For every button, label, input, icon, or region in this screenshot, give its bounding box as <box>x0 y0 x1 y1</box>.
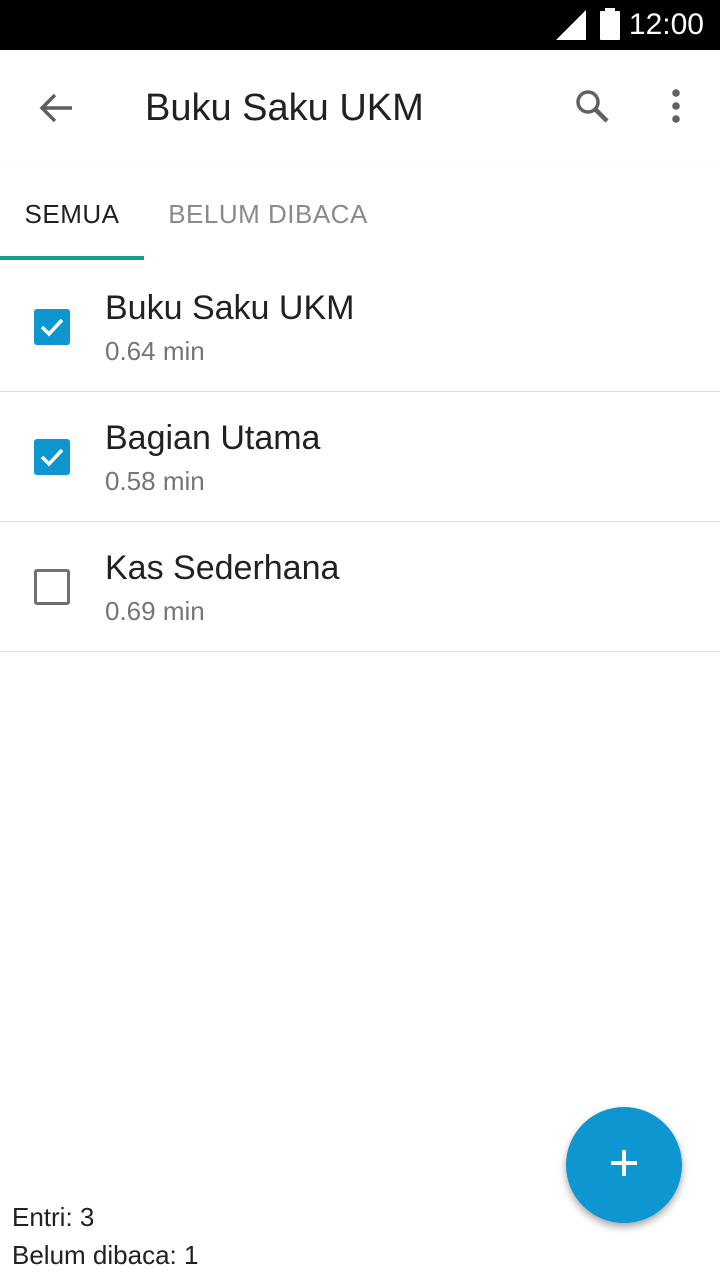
list-item-meta: 0.58 min <box>105 466 205 496</box>
status-bar: 12:00 <box>0 0 720 50</box>
status-time: 12:00 <box>628 8 704 41</box>
tab-bar: SEMUA BELUM DIBACA <box>0 166 720 262</box>
battery-icon <box>599 8 621 45</box>
list-item-meta: 0.64 min <box>105 336 205 366</box>
summary-footer: Entri: 3 Belum dibaca: 1 <box>12 1198 198 1274</box>
list-item[interactable]: Kas Sederhana 0.69 min <box>0 522 720 652</box>
list-item-title: Bagian Utama <box>105 419 321 457</box>
tab-belum-dibaca[interactable]: BELUM DIBACA <box>144 166 392 262</box>
checkbox-checked-icon[interactable] <box>34 309 70 345</box>
entries-count: Entri: 3 <box>12 1202 95 1232</box>
more-vert-icon[interactable] <box>652 80 700 132</box>
checkbox-unchecked-icon[interactable] <box>34 569 70 605</box>
checkbox-checked-icon[interactable] <box>34 439 70 475</box>
unread-count: Belum dibaca: 1 <box>12 1240 199 1270</box>
list-item[interactable]: Bagian Utama 0.58 min <box>0 392 720 522</box>
entry-list: Buku Saku UKM 0.64 min Bagian Utama 0.58… <box>0 262 720 652</box>
app-bar-title: Buku Saku UKM <box>145 87 424 129</box>
list-item-title: Kas Sederhana <box>105 549 340 587</box>
search-icon[interactable] <box>566 80 618 132</box>
signal-icon <box>556 10 586 45</box>
tab-indicator <box>0 256 144 260</box>
tab-semua[interactable]: SEMUA <box>0 166 144 262</box>
list-item-title: Buku Saku UKM <box>105 289 355 327</box>
list-item-meta: 0.69 min <box>105 596 205 626</box>
list-item[interactable]: Buku Saku UKM 0.64 min <box>0 262 720 392</box>
plus-icon <box>609 1148 639 1183</box>
add-button[interactable] <box>566 1107 682 1223</box>
app-bar: Buku Saku UKM <box>0 50 720 166</box>
back-arrow-icon[interactable] <box>30 82 82 134</box>
